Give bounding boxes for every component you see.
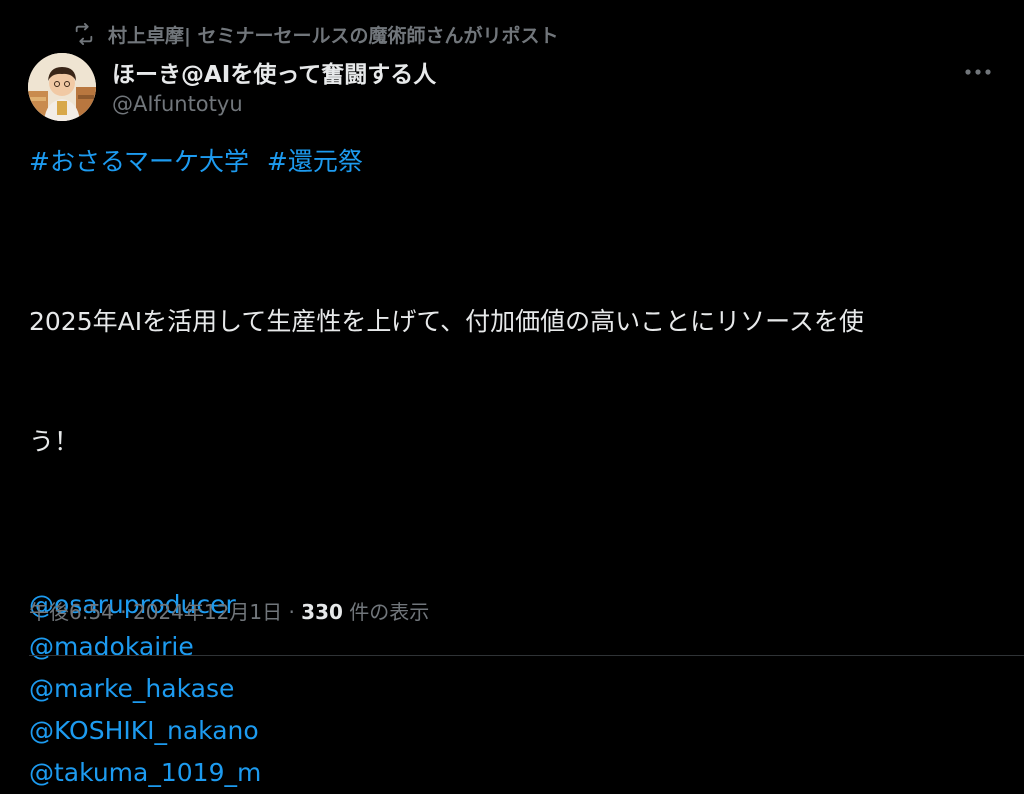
author-display-name[interactable]: ほーき@AIを使って奮闘する人	[112, 55, 436, 89]
hashtag-row: #おさるマーケ大学 #還元祭	[29, 142, 999, 182]
tweet-body: #おさるマーケ大学 #還元祭 2025年AIを活用して生産性を上げて、付加価値の…	[29, 142, 999, 794]
repost-icon	[72, 22, 96, 46]
hashtag-link[interactable]: #還元祭	[267, 147, 363, 176]
hashtag-link[interactable]: #おさるマーケ大学	[29, 147, 249, 176]
meta-separator: ·	[120, 600, 127, 624]
more-options-button[interactable]	[960, 58, 996, 86]
views-label: 件の表示	[349, 600, 430, 624]
mention-link[interactable]: @KOSHIKI_nakano	[29, 710, 999, 752]
mention-link[interactable]: @takuma_1019_m	[29, 752, 999, 794]
author-handle[interactable]: @AIfuntotyu	[112, 92, 243, 116]
meta-separator: ·	[288, 600, 295, 624]
tweet-text-line: う！	[29, 427, 80, 456]
tweet-time[interactable]: 午後6:54	[29, 600, 114, 624]
tweet-meta: 午後6:54 · 2024年12月1日 · 330 件の表示	[29, 596, 429, 625]
mention-link[interactable]: @marke_hakase	[29, 668, 999, 710]
tweet-text: 2025年AIを活用して生産性を上げて、付加価値の高いことにリソースを使 う！	[29, 222, 999, 542]
more-dots-icon	[965, 69, 991, 75]
repost-indicator[interactable]: 村上卓摩| セミナーセールスの魔術師さんがリポスト	[72, 20, 559, 48]
divider	[29, 655, 1024, 656]
avatar[interactable]	[28, 53, 96, 121]
repost-text[interactable]: 村上卓摩| セミナーセールスの魔術師さんがリポスト	[108, 21, 559, 48]
views-count: 330	[301, 600, 343, 624]
tweet-date[interactable]: 2024年12月1日	[133, 600, 282, 624]
tweet-text-line: 2025年AIを活用して生産性を上げて、付加価値の高いことにリソースを使	[29, 307, 864, 336]
mention-link[interactable]: @madokairie	[29, 626, 999, 668]
